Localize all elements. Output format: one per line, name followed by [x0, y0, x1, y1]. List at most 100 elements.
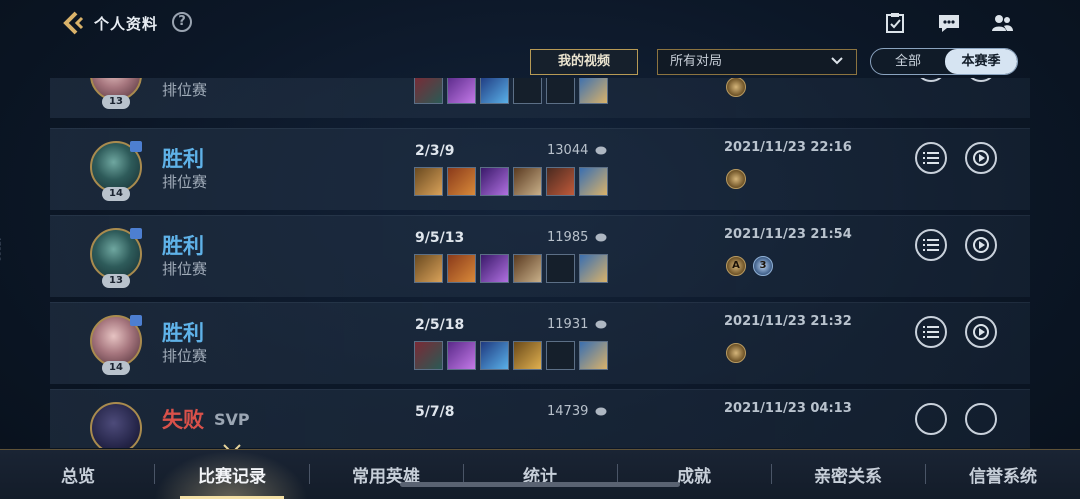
detail-button[interactable]	[915, 316, 947, 348]
match-type-value: 所有对局	[670, 54, 723, 69]
gold-score: 13044	[547, 143, 589, 158]
item-slot-empty	[546, 254, 575, 283]
item-icon	[480, 78, 509, 104]
item-icon	[480, 167, 509, 196]
kda: 5/7/8	[415, 404, 455, 420]
item-icon	[414, 341, 443, 370]
item-icon	[513, 167, 542, 196]
item-icon	[579, 341, 608, 370]
coin-icon	[595, 233, 607, 242]
item-icon	[513, 341, 542, 370]
chat-icon[interactable]	[937, 12, 961, 34]
item-icon	[480, 341, 509, 370]
item-icon	[447, 254, 476, 283]
divider	[154, 464, 155, 484]
match-row[interactable]: 13 胜利 排位赛	[50, 78, 1030, 118]
back-button[interactable]	[60, 10, 86, 36]
help-icon[interactable]: ?	[172, 12, 192, 32]
item-icon	[579, 254, 608, 283]
match-result: 胜利	[162, 234, 204, 258]
medal-icon	[726, 343, 746, 363]
tab-relationships[interactable]: 亲密关系	[802, 462, 894, 487]
team-badge-icon	[130, 141, 142, 152]
item-icon	[480, 254, 509, 283]
match-date: 2021/11/23 04:13	[724, 401, 852, 416]
match-result: 失败	[162, 408, 204, 432]
item-icon	[546, 167, 575, 196]
bottom-nav: 总览 比赛记录 常用英雄 统计 成就 亲密关系 信誉系统	[0, 449, 1080, 499]
match-row[interactable]: 14 胜利 排位赛 2/5/18 11931 2021/11/23 21:32	[50, 302, 1030, 384]
hero-level: 13	[102, 95, 130, 109]
top-bar: 个人资料 ?	[0, 0, 1080, 46]
match-row[interactable]: 失败 SVP 5/7/8 14739 2021/11/23 04:13	[50, 389, 1030, 448]
match-type-select[interactable]: 所有对局	[657, 49, 857, 75]
svp-badge: SVP	[214, 410, 250, 429]
item-slot-empty	[513, 78, 542, 104]
chevron-down-icon	[831, 57, 843, 65]
replay-icon	[973, 324, 989, 340]
tab-credit-system[interactable]: 信誉系统	[957, 462, 1049, 487]
list-icon	[923, 326, 939, 338]
divider	[925, 464, 926, 484]
item-icon	[513, 254, 542, 283]
replay-button[interactable]	[965, 229, 997, 261]
tab-this-season[interactable]: 本赛季	[945, 49, 1017, 74]
medal-icon	[726, 78, 746, 97]
tab-overview[interactable]: 总览	[40, 462, 116, 487]
detail-button[interactable]	[915, 78, 947, 82]
coin-icon	[595, 407, 607, 416]
match-mode: 排位赛	[162, 347, 208, 365]
hero-level: 13	[102, 274, 130, 288]
replay-icon	[973, 150, 989, 166]
divider	[771, 464, 772, 484]
kda: 2/3/9	[415, 143, 455, 159]
kda: 2/5/18	[415, 317, 465, 333]
detail-button[interactable]	[915, 229, 947, 261]
match-date: 2021/11/23 22:16	[724, 140, 852, 155]
replay-button[interactable]	[965, 142, 997, 174]
coin-icon	[595, 146, 607, 155]
match-row[interactable]: 13 胜利 排位赛 9/5/13 11985 2021/11/23 21:54 …	[50, 215, 1030, 297]
list-icon	[923, 152, 939, 164]
season-toggle[interactable]: 全部 本赛季	[870, 48, 1018, 75]
team-badge-icon	[130, 315, 142, 326]
item-icon	[414, 78, 443, 104]
item-icon	[447, 167, 476, 196]
match-result: 胜利	[162, 147, 204, 171]
triple-kill-icon: 3	[753, 256, 773, 276]
item-icon	[414, 167, 443, 196]
kda: 9/5/13	[415, 230, 465, 246]
match-mode: 排位赛	[162, 81, 208, 99]
page-title: 个人资料	[94, 15, 159, 33]
back-icon	[63, 11, 84, 35]
match-list[interactable]: 13 胜利 排位赛 14 胜利 排位赛 2/3/9 13044	[50, 78, 1030, 448]
hero-level: 14	[102, 187, 130, 201]
detail-button[interactable]	[915, 142, 947, 174]
item-icon	[447, 341, 476, 370]
home-indicator[interactable]	[400, 482, 680, 487]
friends-icon[interactable]	[990, 12, 1014, 34]
hero-avatar	[90, 402, 142, 448]
replay-button[interactable]	[965, 403, 997, 435]
mvp-medal-icon: A	[726, 256, 746, 276]
match-date: 2021/11/23 21:54	[724, 227, 852, 242]
my-videos-button[interactable]: 我的视频	[530, 49, 638, 75]
task-icon[interactable]	[884, 12, 908, 34]
tab-match-history[interactable]: 比赛记录	[186, 462, 278, 487]
replay-icon	[973, 237, 989, 253]
detail-button[interactable]	[915, 403, 947, 435]
medal-icon	[726, 169, 746, 189]
replay-button[interactable]	[965, 316, 997, 348]
match-mode: 排位赛	[162, 260, 208, 278]
replay-button[interactable]	[965, 78, 997, 82]
match-result: 胜利	[162, 321, 204, 345]
match-row[interactable]: 14 胜利 排位赛 2/3/9 13044 2021/11/23 22:16	[50, 128, 1030, 210]
match-date: 2021/11/23 21:32	[724, 314, 852, 329]
list-icon	[923, 239, 939, 251]
item-icon	[414, 254, 443, 283]
item-icon	[579, 78, 608, 104]
match-mode: 排位赛	[162, 173, 208, 191]
tab-all[interactable]: 全部	[871, 49, 945, 74]
divider	[309, 464, 310, 484]
coin-icon	[595, 320, 607, 329]
